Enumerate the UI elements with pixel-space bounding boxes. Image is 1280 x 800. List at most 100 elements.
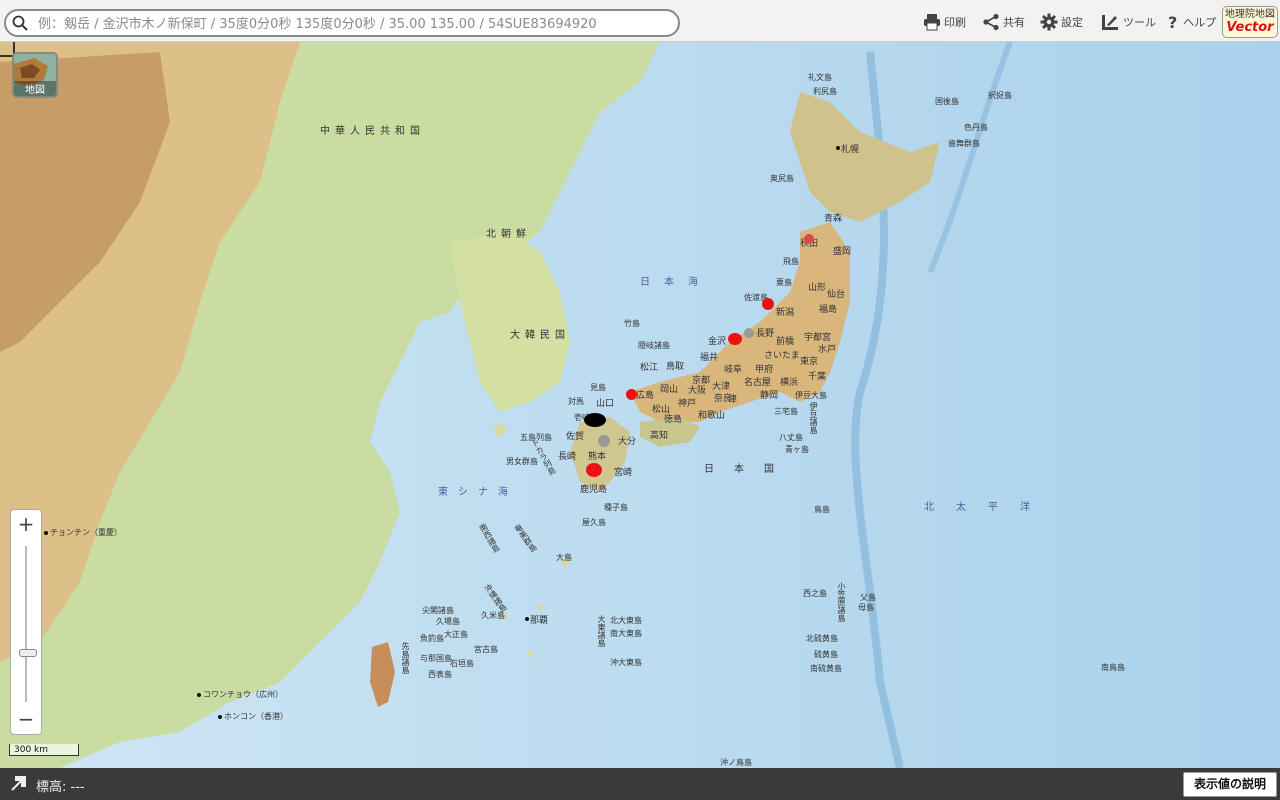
zoom-out-button[interactable]: − bbox=[11, 705, 41, 733]
label-izu-islands: 伊豆諸島 bbox=[809, 402, 818, 434]
city-yamagata: 山形 bbox=[808, 283, 827, 293]
island-uotsuri: 魚釣島 bbox=[420, 634, 444, 643]
label-north-korea: 北朝鮮 bbox=[486, 229, 531, 240]
city-miyazaki: 宮崎 bbox=[614, 468, 633, 478]
settings-button[interactable]: 設定 bbox=[1040, 11, 1083, 33]
label-sakishima: 先島諸島 bbox=[401, 642, 410, 674]
island-iwo: 硫黄島 bbox=[814, 650, 838, 659]
island-yakushima: 屋久島 bbox=[582, 518, 606, 527]
island-ishigaki: 石垣島 bbox=[450, 659, 474, 668]
tools-button[interactable]: ツール bbox=[1100, 11, 1156, 33]
city-naha: 那覇 bbox=[530, 616, 549, 626]
city-nagasaki: 長崎 bbox=[558, 452, 577, 462]
city-saga: 佐賀 bbox=[566, 432, 585, 442]
city-nagoya: 名古屋 bbox=[744, 378, 772, 388]
city-fukui: 福井 bbox=[700, 353, 719, 363]
city-nagano: 長野 bbox=[756, 329, 775, 339]
expand-arrow-icon[interactable] bbox=[10, 774, 28, 792]
status-bar: 標高: --- 表示値の説明 bbox=[0, 768, 1280, 800]
city-tokyo: 東京 bbox=[800, 357, 819, 367]
city-aomori: 青森 bbox=[824, 214, 843, 224]
city-hongkong: ホンコン（香港） bbox=[224, 712, 288, 721]
city-chiba: 千葉 bbox=[808, 372, 827, 382]
island-kita-daito: 北大東島 bbox=[610, 616, 642, 625]
marker-black[interactable] bbox=[584, 413, 606, 427]
island-hahajima: 母島 bbox=[858, 603, 874, 612]
island-okinotori: 沖ノ鳥島 bbox=[720, 758, 752, 767]
island-habomai: 歯舞群島 bbox=[948, 139, 980, 148]
map-type-button[interactable]: 地図 bbox=[12, 52, 58, 98]
city-kagoshima: 鹿児島 bbox=[580, 485, 608, 495]
help-button[interactable]: ? ヘルプ bbox=[1168, 11, 1216, 33]
island-minami-iwo: 南硫黄島 bbox=[810, 664, 842, 673]
island-minamitorishima: 南鳥島 bbox=[1101, 663, 1125, 672]
island-rebun: 礼文島 bbox=[808, 73, 832, 82]
island-etorofu: 択捉島 bbox=[988, 91, 1012, 100]
island-nishinoshima: 西之島 bbox=[803, 589, 827, 598]
city-wakayama: 和歌山 bbox=[698, 411, 726, 421]
island-tsushima: 対馬 bbox=[568, 397, 584, 406]
scale-bar: 300 km bbox=[9, 744, 79, 756]
marker-gray[interactable] bbox=[598, 435, 610, 447]
zoom-slider-thumb[interactable] bbox=[19, 649, 37, 658]
tools-label: ツール bbox=[1123, 16, 1156, 29]
share-button[interactable]: 共有 bbox=[982, 11, 1025, 33]
help-label: ヘルプ bbox=[1183, 16, 1217, 29]
tools-icon bbox=[1102, 15, 1118, 30]
city-oita: 大分 bbox=[618, 437, 637, 447]
marker-gray[interactable] bbox=[744, 328, 754, 338]
zoom-control: + − bbox=[10, 509, 42, 735]
city-shizuoka: 静岡 bbox=[760, 391, 779, 401]
app-root: 印刷 共有 設定 ツール ? ヘルプ 地理院地図 Vector bbox=[0, 0, 1280, 800]
gear-icon bbox=[1040, 13, 1058, 31]
search-input[interactable] bbox=[36, 13, 670, 35]
island-kita-iwo: 北硫黄島 bbox=[806, 634, 838, 643]
marker-red[interactable] bbox=[728, 333, 742, 345]
marker-red[interactable] bbox=[804, 234, 814, 244]
print-button[interactable]: 印刷 bbox=[923, 11, 966, 33]
city-saitama: さいたま bbox=[764, 351, 800, 361]
city-yokohama: 横浜 bbox=[780, 378, 799, 388]
city-dot bbox=[44, 531, 48, 535]
search-box[interactable] bbox=[4, 9, 680, 37]
zoom-in-button[interactable]: + bbox=[11, 510, 41, 538]
island-iriomote: 西表島 bbox=[428, 670, 452, 679]
island-tobishima: 飛島 bbox=[783, 257, 799, 266]
city-niigata: 新潟 bbox=[776, 308, 795, 318]
elevation-readout: 標高: --- bbox=[36, 780, 85, 795]
zoom-track[interactable] bbox=[25, 546, 27, 702]
city-kanazawa: 金沢 bbox=[708, 337, 727, 347]
marker-red[interactable] bbox=[626, 389, 637, 400]
explain-values-button[interactable]: 表示値の説明 bbox=[1183, 772, 1277, 797]
city-matsuyama: 松山 bbox=[652, 405, 671, 415]
city-tsu: 津 bbox=[728, 395, 738, 405]
map-canvas[interactable]: 中華人民共和国 北朝鮮 大韓民国 日本国 日本海 東シナ海 北太平洋 札幌 青森… bbox=[0, 42, 1280, 768]
search-icon[interactable] bbox=[12, 15, 28, 31]
island-mishima: 見島 bbox=[590, 383, 606, 392]
city-matsue: 松江 bbox=[640, 363, 659, 373]
label-china: 中華人民共和国 bbox=[320, 126, 425, 137]
gsi-vector-logo[interactable]: 地理院地図 Vector bbox=[1222, 6, 1278, 38]
island-okushiri: 奥尻島 bbox=[770, 174, 794, 183]
label-east-china-sea: 東シナ海 bbox=[438, 487, 518, 498]
island-takeshima: 竹島 bbox=[624, 319, 640, 328]
marker-red[interactable] bbox=[762, 298, 774, 310]
city-morioka: 盛岡 bbox=[833, 247, 852, 257]
island-oki: 隠岐諸島 bbox=[638, 341, 670, 350]
city-sapporo: 札幌 bbox=[841, 145, 860, 155]
island-yonaguni: 与那国島 bbox=[420, 654, 452, 663]
island-taisho: 大正島 bbox=[444, 630, 468, 639]
label-south-korea: 大韓民国 bbox=[510, 330, 570, 341]
printer-icon bbox=[924, 14, 940, 31]
island-kunashiri: 国後島 bbox=[935, 97, 959, 106]
island-oki-daito: 沖大東島 bbox=[610, 658, 642, 667]
city-dot bbox=[218, 715, 222, 719]
island-minami-daito: 南大東島 bbox=[610, 629, 642, 638]
city-tottori: 鳥取 bbox=[666, 362, 685, 372]
map-type-label: 地図 bbox=[14, 81, 56, 96]
city-hiroshima: 広島 bbox=[636, 391, 655, 401]
city-kofu: 甲府 bbox=[755, 365, 774, 375]
marker-red[interactable] bbox=[586, 463, 602, 477]
share-label: 共有 bbox=[1003, 16, 1025, 29]
city-maebashi: 前橋 bbox=[776, 337, 795, 347]
